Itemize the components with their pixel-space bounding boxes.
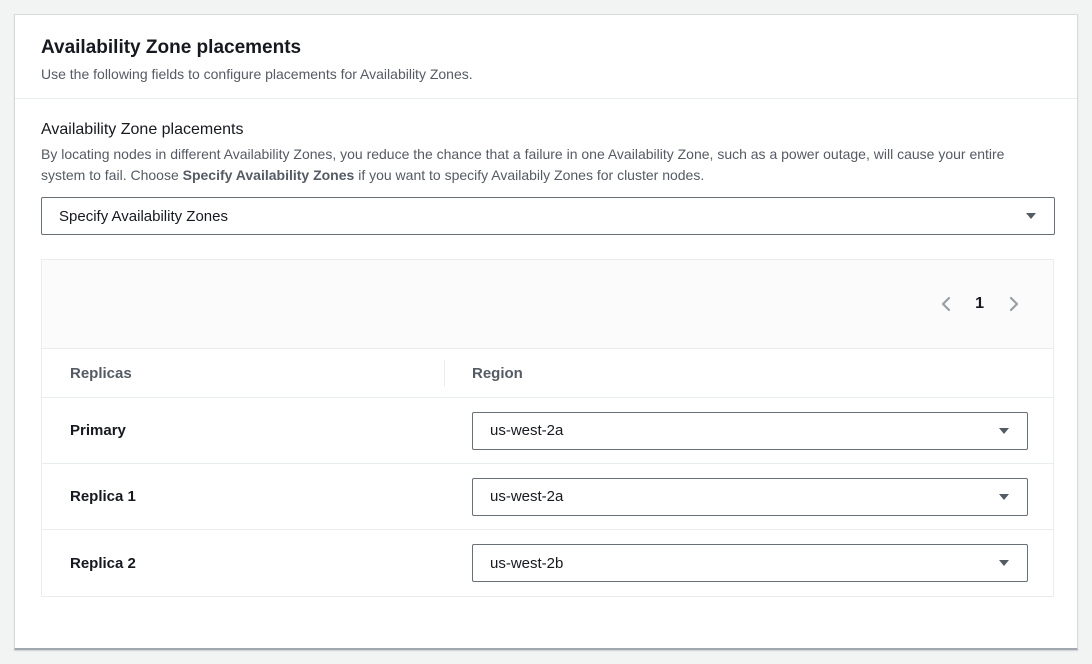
pagination: 1: [936, 295, 1023, 313]
region-select-primary-value: us-west-2a: [490, 422, 563, 439]
panel-body: Availability Zone placements By locating…: [15, 99, 1077, 597]
caret-down-icon: [998, 493, 1010, 501]
column-header-replicas: Replicas: [42, 365, 444, 382]
pagination-prev-button[interactable]: [936, 295, 954, 313]
caret-down-icon: [998, 427, 1010, 435]
page-title: Availability Zone placements: [41, 37, 1051, 59]
column-header-region: Region: [444, 365, 1053, 382]
region-select-replica-1[interactable]: us-west-2a: [472, 478, 1028, 516]
table-row-replica-2: Replica 2 us-west-2b: [42, 530, 1053, 596]
replica-label-primary: Primary: [42, 422, 444, 439]
az-mode-select-value: Specify Availability Zones: [59, 208, 228, 225]
az-placements-table: 1 Replicas Region Primary us-west-2a: [41, 259, 1054, 597]
availability-zone-placements-panel: Availability Zone placements Use the fol…: [14, 14, 1078, 650]
region-select-primary[interactable]: us-west-2a: [472, 412, 1028, 450]
chevron-right-icon: [1009, 296, 1020, 312]
table-row-primary: Primary us-west-2a: [42, 398, 1053, 464]
pagination-current-page: 1: [975, 295, 984, 313]
az-mode-select[interactable]: Specify Availability Zones: [41, 197, 1055, 235]
column-divider: [444, 360, 445, 387]
description-text-end: if you want to specify Availabily Zones …: [354, 167, 704, 183]
panel-subtitle: Use the following fields to configure pl…: [41, 66, 1051, 82]
region-select-replica-2[interactable]: us-west-2b: [472, 544, 1028, 582]
caret-down-icon: [1025, 212, 1037, 220]
table-header-row: Replicas Region: [42, 349, 1053, 398]
chevron-left-icon: [940, 296, 951, 312]
table-row-replica-1: Replica 1 us-west-2a: [42, 464, 1053, 530]
description-bold-text: Specify Availability Zones: [183, 167, 355, 183]
table-toolbar: 1: [42, 260, 1053, 349]
pagination-next-button[interactable]: [1005, 295, 1023, 313]
panel-header: Availability Zone placements Use the fol…: [15, 15, 1077, 99]
replica-label-replica-2: Replica 2: [42, 555, 444, 572]
replica-label-replica-1: Replica 1: [42, 488, 444, 505]
az-placements-description: By locating nodes in different Availabil…: [41, 144, 1051, 186]
region-select-replica-2-value: us-west-2b: [490, 555, 563, 572]
caret-down-icon: [998, 559, 1010, 567]
az-placements-field-label: Availability Zone placements: [41, 121, 1051, 139]
region-select-replica-1-value: us-west-2a: [490, 488, 563, 505]
